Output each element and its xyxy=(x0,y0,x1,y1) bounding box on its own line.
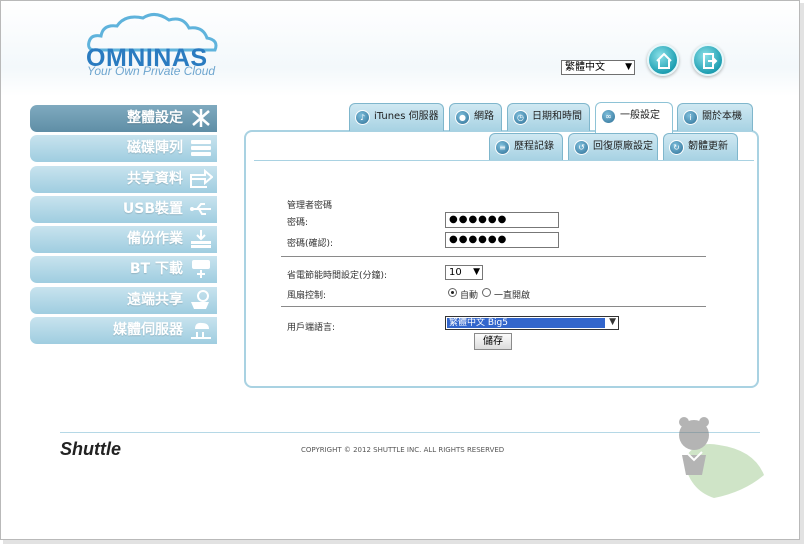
password-label: 密碼: xyxy=(287,218,309,228)
usb-icon xyxy=(190,202,211,215)
copyright-text: COPYRIGHT © 2012 SHUTTLE INC. ALL RIGHTS… xyxy=(301,446,505,454)
tab-label: 關於本機 xyxy=(702,111,742,122)
sidebar-item-backup[interactable]: 備份作業 xyxy=(30,226,217,254)
music-note-icon: ♪ xyxy=(355,110,370,125)
sidebar-item-label: 共享資料 xyxy=(127,170,183,187)
media-server-icon xyxy=(191,322,211,340)
shuttle-logo: Shuttle xyxy=(60,439,121,459)
password-confirm-field[interactable]: ●●●●●● xyxy=(445,232,559,248)
footer-divider xyxy=(60,432,760,433)
subtab-divider xyxy=(254,160,754,161)
tab-general-settings[interactable]: ∞ 一般設定 xyxy=(595,102,673,133)
tab-label: 日期和時間 xyxy=(532,111,582,122)
fan-always-on-label: 一直開啟 xyxy=(494,291,531,301)
subtab-history-log[interactable]: ≡ 歷程記錄 xyxy=(489,133,563,160)
sidebar-item-label: USB裝置 xyxy=(122,200,183,217)
power-saving-value: 10 xyxy=(449,267,462,278)
fan-auto-label: 自動 xyxy=(460,291,479,301)
subtab-label: 回復原廠設定 xyxy=(593,141,653,152)
frame-shadow-bottom xyxy=(3,540,804,544)
tab-network[interactable]: ● 網路 xyxy=(449,103,502,131)
client-language-value: 繁體中文 Big5 xyxy=(447,318,605,328)
sidebar-item-label: 遠端共享 xyxy=(127,291,183,308)
subtab-label: 歷程記錄 xyxy=(514,141,554,152)
sidebar-item-label: 媒體伺服器 xyxy=(113,322,183,339)
clock-icon: ◷ xyxy=(513,110,528,125)
subtab-label: 韌體更新 xyxy=(688,141,728,152)
password-confirm-label: 密碼(確認): xyxy=(287,239,334,249)
home-button[interactable] xyxy=(647,44,679,76)
subtab-firmware-update[interactable]: ↻ 韌體更新 xyxy=(663,133,738,160)
language-select-value: 繁體中文 xyxy=(565,62,605,73)
disk-stack-icon xyxy=(191,140,211,157)
power-saving-select[interactable]: 10 ▼ xyxy=(445,265,483,280)
chevron-down-icon: ▼ xyxy=(473,267,480,277)
document-icon: ≡ xyxy=(495,140,510,155)
tab-date-time[interactable]: ◷ 日期和時間 xyxy=(507,103,590,131)
link-icon: ∞ xyxy=(601,109,616,124)
fan-auto-radio[interactable] xyxy=(448,288,457,297)
sidebar-item-label: 備份作業 xyxy=(127,231,183,248)
home-icon xyxy=(656,52,672,69)
remote-share-icon xyxy=(191,289,209,309)
tab-label: 一般設定 xyxy=(620,110,660,121)
sidebar-item-label: BT 下載 xyxy=(129,261,183,278)
client-language-select[interactable]: 繁體中文 Big5 ▼ xyxy=(445,316,619,330)
tab-about[interactable]: i 關於本機 xyxy=(677,103,753,131)
logout-button[interactable] xyxy=(692,44,724,76)
subtab-factory-reset[interactable]: ↺ 回復原廠設定 xyxy=(568,133,658,160)
sidebar-item-general-settings[interactable]: 整體設定 xyxy=(30,105,217,132)
logout-icon xyxy=(703,53,718,69)
info-icon: i xyxy=(683,110,698,125)
omninas-logo: OMNINAS Your Own Private Cloud xyxy=(80,12,230,82)
globe-icon: ● xyxy=(455,110,470,125)
tab-label: 網路 xyxy=(474,111,494,122)
bt-download-icon xyxy=(192,260,210,279)
tab-label: iTunes 伺服器 xyxy=(374,111,439,122)
sidebar: 整體設定 磁碟陣列 共享資料 USB裝置 備份作業 BT 下載 遠端共享 媒體伺… xyxy=(30,105,217,347)
logo-tagline: Your Own Private Cloud xyxy=(87,64,216,78)
restore-icon: ↺ xyxy=(574,140,589,155)
backup-icon xyxy=(191,230,211,249)
tools-icon xyxy=(192,109,210,127)
sidebar-item-usb-device[interactable]: USB裝置 xyxy=(30,195,217,223)
tab-itunes-server[interactable]: ♪ iTunes 伺服器 xyxy=(349,103,444,131)
language-select[interactable]: 繁體中文 ▼ xyxy=(561,60,635,75)
sidebar-item-disk-array[interactable]: 磁碟陣列 xyxy=(30,135,217,163)
chevron-down-icon: ▼ xyxy=(609,317,616,327)
share-arrow-icon xyxy=(190,168,213,188)
frame-shadow-right xyxy=(800,3,804,543)
sidebar-item-shared-data[interactable]: 共享資料 xyxy=(30,165,217,193)
section-divider xyxy=(281,306,706,307)
admin-password-heading: 管理者密碼 xyxy=(287,201,333,211)
sidebar-item-bt-download[interactable]: BT 下載 xyxy=(30,256,217,284)
save-button[interactable]: 儲存 xyxy=(474,333,512,350)
power-saving-label: 省電節能時間設定(分鐘): xyxy=(287,271,388,281)
section-divider xyxy=(281,256,706,257)
chevron-down-icon: ▼ xyxy=(625,62,632,72)
sidebar-item-remote-share[interactable]: 遠端共享 xyxy=(30,286,217,314)
refresh-icon: ↻ xyxy=(669,140,684,155)
fan-control-label: 風扇控制: xyxy=(287,291,327,301)
sidebar-item-label: 整體設定 xyxy=(127,110,183,126)
bear-mascot-watermark-icon xyxy=(679,417,764,498)
client-language-label: 用戶端語言: xyxy=(287,323,336,333)
fan-always-on-radio[interactable] xyxy=(482,288,491,297)
sidebar-item-media-server[interactable]: 媒體伺服器 xyxy=(30,317,217,345)
sidebar-item-label: 磁碟陣列 xyxy=(127,140,183,157)
password-field[interactable]: ●●●●●● xyxy=(445,212,559,228)
